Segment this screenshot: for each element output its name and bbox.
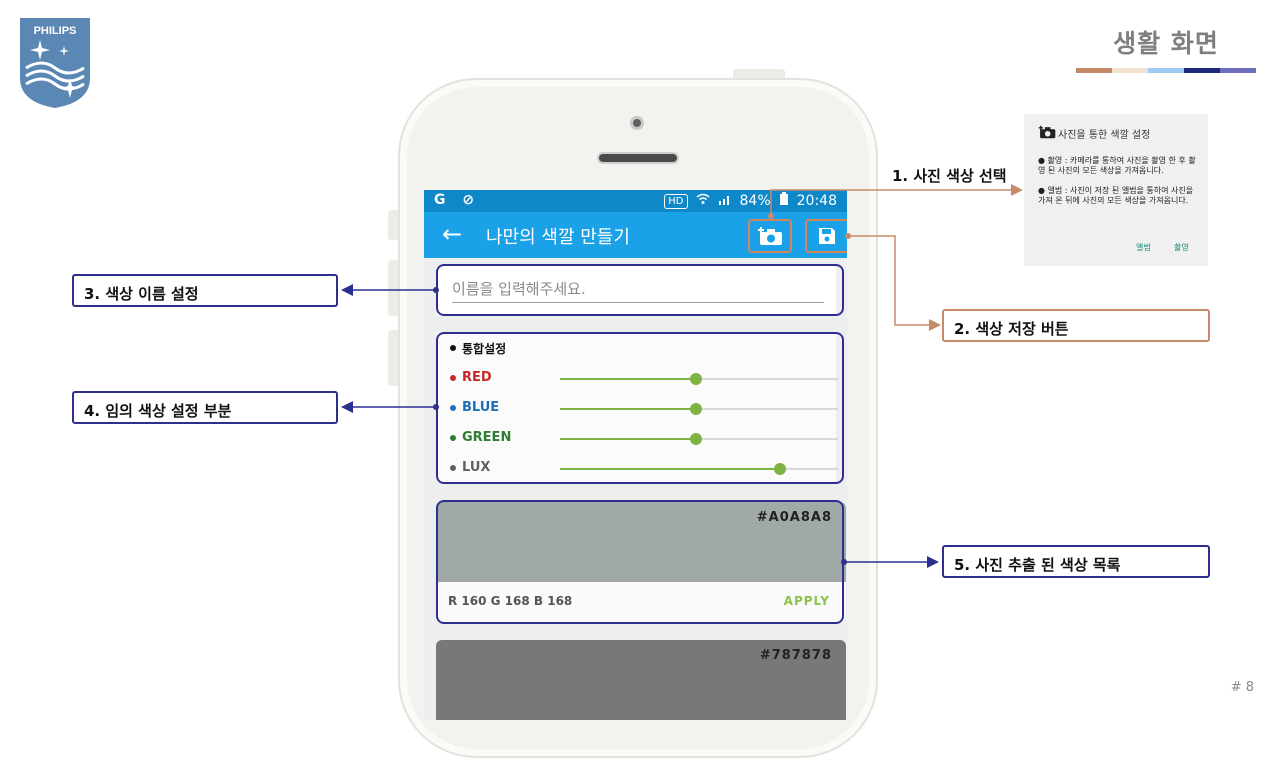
battery-icon [779,192,789,210]
callout-name-setting: 3. 색상 이름 설정 [72,274,338,307]
title-bar-segment [1220,68,1256,73]
signal-icon [718,193,732,209]
color-swatch-card: #787878 [436,640,846,720]
callout-save-button: 2. 색상 저장 버튼 [942,309,1210,342]
dialog-text-album: ● 앨범 : 사진이 저장 된 앨범을 통하여 사진을 가져 온 뒤에 사진의 … [1038,186,1194,205]
add-photo-camera-icon [758,227,782,245]
front-camera [630,116,644,130]
title-underline [1076,68,1256,73]
highlight-name-input [436,264,844,316]
logo-text: PHILIPS [34,25,77,37]
dialog-capture-button[interactable]: 촬영 [1174,242,1189,253]
phone-power-button [733,69,785,78]
status-time: 20:48 [796,193,837,209]
photo-color-button[interactable] [748,219,792,253]
save-color-button[interactable] [805,219,847,253]
title-bar-segment [1184,68,1220,73]
callout-extracted-colors: 5. 사진 추출 된 색상 목록 [942,545,1210,578]
highlight-sliders [436,332,844,484]
add-photo-camera-icon [1038,125,1056,139]
highlight-swatches [436,500,844,624]
dialog-text-capture: ● 촬영 : 카메라를 통하여 사진을 촬영 한 후 촬영 된 사진의 모든 색… [1038,156,1196,175]
photo-color-dialog: 사진을 통한 색깔 설정 ● 촬영 : 카메라를 통하여 사진을 촬영 한 후 … [1024,114,1208,266]
phone-speaker [597,152,679,164]
hd-badge: HD [664,193,688,209]
dialog-album-button[interactable]: 앨범 [1136,242,1151,253]
page-title: 생활 화면 [1113,29,1219,58]
save-floppy-icon [819,228,835,244]
app-title: 나만의 색깔 만들기 [486,227,630,248]
swatch-hex: #787878 [759,648,832,663]
title-bar-segment [1148,68,1184,73]
status-left-icons: G ⊘ [434,192,481,208]
status-bar: G ⊘ HD 84% 20:48 [424,190,847,212]
title-bar-segment [1076,68,1112,73]
page-number: # 8 [1230,680,1254,695]
callout-custom-color: 4. 임의 색상 설정 부분 [72,391,338,424]
dialog-title: 사진을 통한 색깔 설정 [1058,130,1151,141]
callout-photo-color-select: 1. 사진 색상 선택 [892,167,1007,185]
wifi-icon [696,193,710,209]
title-bar-segment [1112,68,1148,73]
philips-logo: PHILIPS [18,16,92,110]
battery-percent: 84% [739,193,771,209]
app-bar: ← 나만의 색깔 만들기 [424,212,847,258]
swatch-color: #787878 [436,640,846,720]
back-arrow-icon[interactable]: ← [442,220,462,248]
